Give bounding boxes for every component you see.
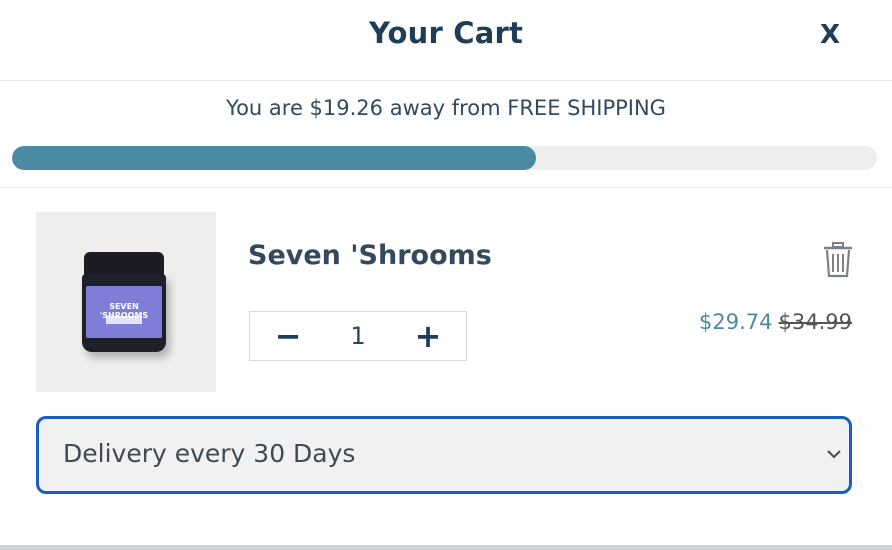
original-price: $34.99 bbox=[778, 310, 852, 334]
cart-header: Your Cart X bbox=[0, 0, 892, 81]
quantity-value[interactable]: 1 bbox=[330, 312, 386, 360]
divider bbox=[0, 187, 892, 188]
free-shipping-progress-bar bbox=[12, 146, 877, 170]
close-button[interactable]: X bbox=[820, 20, 840, 50]
chevron-down-icon bbox=[827, 450, 841, 459]
delivery-frequency-select[interactable]: Delivery every 30 Days bbox=[36, 416, 852, 494]
jar-label: SEVEN 'SHROOMS bbox=[86, 286, 162, 338]
delivery-frequency-value: Delivery every 30 Days bbox=[63, 439, 356, 468]
cart-title: Your Cart bbox=[368, 16, 524, 50]
trash-icon bbox=[824, 242, 852, 278]
product-name[interactable]: Seven 'Shrooms bbox=[248, 240, 492, 271]
jar-body: SEVEN 'SHROOMS bbox=[82, 274, 166, 352]
free-shipping-message: You are $19.26 away from FREE SHIPPING bbox=[226, 96, 666, 120]
sale-price: $29.74 bbox=[699, 310, 773, 334]
product-image[interactable]: SEVEN 'SHROOMS bbox=[36, 212, 216, 392]
jar-label-band bbox=[106, 316, 142, 324]
remove-item-button[interactable] bbox=[822, 242, 854, 278]
bottom-divider bbox=[0, 545, 892, 550]
decrease-quantity-button[interactable]: − bbox=[258, 312, 318, 360]
price-block: $29.74 $34.99 bbox=[699, 310, 852, 334]
quantity-stepper: − 1 + bbox=[249, 311, 467, 361]
progress-fill bbox=[12, 146, 537, 170]
increase-quantity-button[interactable]: + bbox=[398, 312, 458, 360]
